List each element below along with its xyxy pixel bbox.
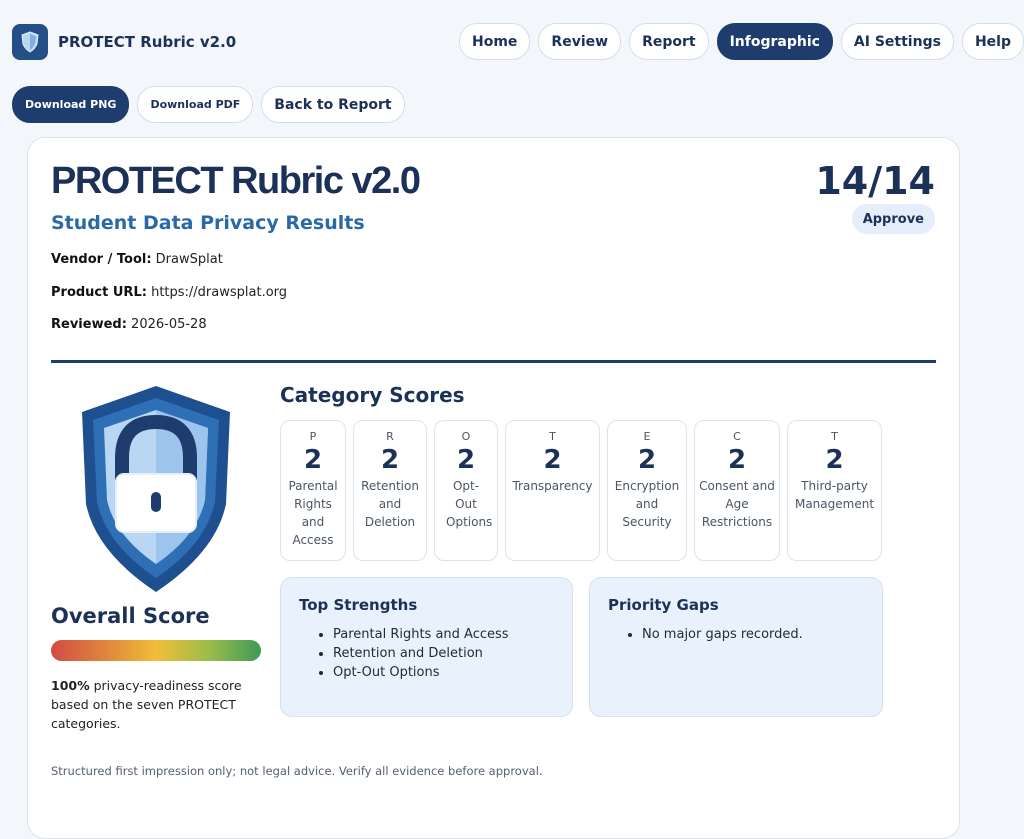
shield-lock-icon — [82, 386, 230, 592]
category-name: Third-party Management — [794, 479, 875, 511]
category-card-p: P 2 Parental Rights and Access — [280, 420, 346, 561]
gaps-list: No major gaps recorded. — [608, 625, 864, 644]
url-line: Product URL: https://drawsplat.org — [51, 285, 287, 300]
category-name: Parental Rights and Access — [288, 479, 338, 547]
category-score: 2 — [303, 445, 323, 475]
category-score: 2 — [637, 445, 657, 475]
category-card-c: C 2 Consent and Age Restrictions — [694, 420, 780, 561]
list-item: No major gaps recorded. — [642, 625, 864, 644]
main-nav: Home Review Report Infographic AI Settin… — [459, 23, 1024, 60]
category-letter: T — [549, 430, 556, 443]
nav-home[interactable]: Home — [459, 23, 531, 60]
category-score: 2 — [380, 445, 400, 475]
category-card-e: E 2 Encryption and Security — [607, 420, 687, 561]
category-score-list: P 2 Parental Rights and Access R 2 Reten… — [280, 420, 882, 561]
overall-score-title: Overall Score — [51, 604, 210, 628]
category-score: 2 — [825, 445, 844, 475]
report-subtitle: Student Data Privacy Results — [51, 212, 365, 234]
priority-gaps-panel: Priority Gaps No major gaps recorded. — [589, 577, 883, 717]
top-strengths-panel: Top Strengths Parental Rights and Access… — [280, 577, 573, 717]
download-pdf-button[interactable]: Download PDF — [137, 86, 254, 123]
nav-report[interactable]: Report — [629, 23, 709, 60]
category-letter: P — [309, 430, 317, 443]
app-logo — [12, 24, 48, 60]
total-score: 14/14 — [815, 159, 935, 203]
nav-help[interactable]: Help — [961, 23, 1024, 60]
top-strengths-title: Top Strengths — [299, 596, 418, 614]
category-name: Encryption and Security — [614, 479, 680, 529]
back-to-report-button[interactable]: Back to Report — [261, 86, 405, 123]
category-letter: R — [386, 430, 394, 443]
app-title: PROTECT Rubric v2.0 — [58, 33, 237, 51]
category-score: 2 — [543, 445, 562, 475]
url-value: https://drawsplat.org — [151, 285, 288, 300]
category-card-t: T 2 Transparency — [505, 420, 600, 561]
divider — [51, 360, 936, 363]
category-card-t2: T 2 Third-party Management — [787, 420, 882, 561]
nav-infographic[interactable]: Infographic — [716, 23, 833, 60]
action-bar: Download PNG Download PDF Back to Report — [12, 86, 405, 123]
list-item: Opt-Out Options — [333, 663, 554, 682]
reviewed-value: 2026-05-28 — [131, 317, 207, 332]
reviewed-label: Reviewed: — [51, 317, 127, 332]
overall-score-bar — [51, 640, 261, 661]
rubric-title: PROTECT Rubric v2.0 — [51, 160, 421, 202]
overall-score-text: 100% privacy-readiness score based on th… — [51, 676, 261, 733]
url-label: Product URL: — [51, 285, 147, 300]
category-card-r: R 2 Retention and Deletion — [353, 420, 427, 561]
nav-review[interactable]: Review — [538, 23, 622, 60]
verdict-badge: Approve — [851, 204, 935, 234]
category-score: 2 — [727, 445, 747, 475]
category-letter: O — [461, 430, 471, 443]
shield-icon — [21, 31, 39, 53]
list-item: Parental Rights and Access — [333, 625, 554, 644]
top-bar: PROTECT Rubric v2.0 Home Review Report I… — [0, 0, 1024, 84]
category-letter: T — [831, 430, 838, 443]
category-card-o: O 2 Opt-Out Options — [434, 420, 498, 561]
category-name: Consent and Age Restrictions — [699, 479, 775, 529]
disclaimer-footnote: Structured first impression only; not le… — [51, 764, 543, 778]
category-name: Opt-Out Options — [446, 479, 493, 529]
list-item: Retention and Deletion — [333, 644, 554, 663]
vendor-label: Vendor / Tool: — [51, 252, 152, 267]
vendor-value: DrawSplat — [155, 252, 223, 267]
category-scores-title: Category Scores — [280, 383, 465, 407]
category-letter: E — [643, 430, 651, 443]
infographic-card: PROTECT Rubric v2.0 Student Data Privacy… — [27, 137, 960, 839]
nav-ai-settings[interactable]: AI Settings — [840, 23, 954, 60]
download-png-button[interactable]: Download PNG — [12, 86, 130, 123]
reviewed-line: Reviewed: 2026-05-28 — [51, 317, 207, 332]
category-letter: C — [733, 430, 741, 443]
vendor-line: Vendor / Tool: DrawSplat — [51, 252, 223, 267]
priority-gaps-title: Priority Gaps — [608, 596, 719, 614]
overall-percent: 100% — [51, 678, 90, 693]
category-name: Transparency — [512, 479, 593, 493]
category-score: 2 — [456, 445, 476, 475]
category-name: Retention and Deletion — [361, 479, 419, 529]
strengths-list: Parental Rights and Access Retention and… — [299, 625, 554, 682]
